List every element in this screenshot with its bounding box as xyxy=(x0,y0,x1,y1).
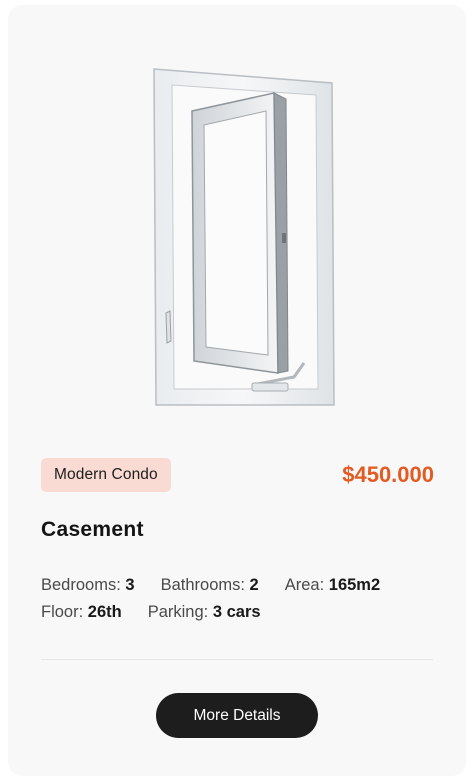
spec-area: Area: 165m2 xyxy=(285,572,380,599)
specs: Bedrooms: 3 Bathrooms: 2 Area: 165m2 Flo… xyxy=(41,572,441,626)
listing-card: Modern Condo $450.000 Casement Bedrooms:… xyxy=(8,5,466,776)
price: $450.000 xyxy=(342,462,434,487)
more-details-button[interactable]: More Details xyxy=(156,693,318,738)
spec-parking-label: Parking: xyxy=(147,603,209,621)
spec-parking: Parking: 3 cars xyxy=(148,599,261,626)
listing-title: Casement xyxy=(41,518,144,541)
specs-row-2: Floor: 26th Parking: 3 cars xyxy=(41,599,441,626)
spec-parking-value: 3 cars xyxy=(212,603,261,621)
spec-area-value: 165m2 xyxy=(328,576,381,594)
spec-bedrooms-label: Bedrooms: xyxy=(41,576,121,594)
property-type-badge: Modern Condo xyxy=(41,458,171,492)
casement-window-image xyxy=(153,68,335,406)
spec-floor-label: Floor: xyxy=(41,603,84,621)
spec-area-label: Area: xyxy=(284,576,325,594)
spec-floor-value: 26th xyxy=(87,603,122,621)
divider xyxy=(41,659,433,660)
spec-bedrooms: Bedrooms: 3 xyxy=(41,572,135,599)
specs-row-1: Bedrooms: 3 Bathrooms: 2 Area: 165m2 xyxy=(41,572,441,599)
spec-bedrooms-value: 3 xyxy=(125,576,135,594)
spec-bathrooms: Bathrooms: 2 xyxy=(161,572,259,599)
spec-bathrooms-label: Bathrooms: xyxy=(160,576,245,594)
spec-bathrooms-value: 2 xyxy=(249,576,259,594)
spec-floor: Floor: 26th xyxy=(41,599,122,626)
